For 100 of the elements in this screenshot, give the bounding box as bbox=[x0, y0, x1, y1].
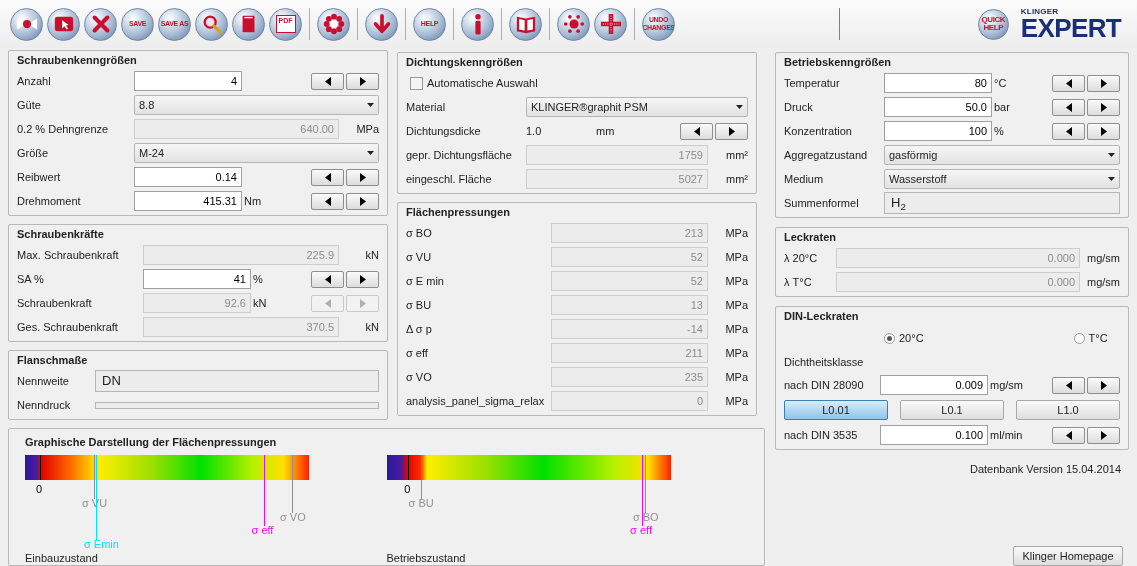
input-field[interactable]: 0.009 bbox=[880, 375, 988, 395]
unit-label: MPa bbox=[725, 394, 748, 407]
toolbar-button[interactable] bbox=[461, 7, 494, 41]
checkbox[interactable]: Automatische Auswahl bbox=[410, 74, 538, 92]
readonly-field: 370.5 bbox=[143, 317, 339, 337]
decrement-button[interactable] bbox=[311, 72, 344, 90]
unit-label: MPa bbox=[725, 274, 748, 287]
increment-button[interactable] bbox=[346, 168, 379, 186]
increment-button[interactable] bbox=[715, 122, 748, 140]
decrement-button[interactable] bbox=[1052, 122, 1085, 140]
right-triangle-icon bbox=[1100, 380, 1107, 390]
right-triangle-icon bbox=[359, 172, 366, 182]
readonly-field: 5027 bbox=[526, 169, 708, 189]
input-field[interactable]: 100 bbox=[884, 121, 992, 141]
readonly-field: 0 bbox=[551, 391, 708, 411]
input-field[interactable]: 80 bbox=[884, 73, 992, 93]
input-field[interactable]: 415.31 bbox=[134, 191, 242, 211]
field-label: Dichtungsdicke bbox=[406, 124, 481, 137]
radio-button[interactable]: T°C bbox=[1073, 329, 1108, 347]
unit-label: MPa bbox=[725, 250, 748, 263]
increment-button[interactable] bbox=[1087, 376, 1120, 394]
left-triangle-icon bbox=[1065, 430, 1072, 440]
marker-label: σ eff bbox=[251, 524, 274, 536]
toolbar-button[interactable] bbox=[232, 7, 265, 41]
field-label: 0.2 % Dehngrenze bbox=[17, 122, 109, 135]
unit-label: mm bbox=[596, 124, 615, 137]
unit-label: kN bbox=[253, 296, 267, 309]
dropdown[interactable]: M-24 bbox=[134, 143, 379, 163]
decrement-button[interactable] bbox=[1052, 426, 1085, 444]
close-icon bbox=[89, 13, 112, 35]
decrement-button[interactable] bbox=[311, 192, 344, 210]
decrement-button[interactable] bbox=[311, 168, 344, 186]
toolbar-button[interactable] bbox=[10, 7, 43, 41]
radio-button[interactable]: 20°C bbox=[884, 329, 924, 347]
increment-button[interactable] bbox=[1087, 98, 1120, 116]
chart-caption: Einbauzustand bbox=[25, 551, 99, 565]
unit-label: % bbox=[253, 272, 263, 285]
version-text: Datenbank Version 15.04.2014 bbox=[969, 462, 1121, 477]
class-button[interactable]: L1.0 bbox=[1016, 400, 1120, 420]
field-label: Anzahl bbox=[17, 74, 51, 87]
toolbar-button[interactable] bbox=[509, 7, 542, 41]
unit-label: MPa bbox=[725, 370, 748, 383]
right-triangle-icon bbox=[1100, 78, 1107, 88]
readonly-field: 640.00 bbox=[134, 119, 339, 139]
unit-label: MPa bbox=[725, 298, 748, 311]
input-field[interactable]: 4 bbox=[134, 71, 242, 91]
dropdown[interactable]: Wasserstoff bbox=[884, 169, 1120, 189]
field-label: σ E min bbox=[406, 274, 444, 287]
unit-label: MPa bbox=[725, 226, 748, 239]
field-label: gepr. Dichtungsfläche bbox=[406, 148, 512, 161]
unit-label: kN bbox=[365, 320, 379, 333]
dropdown[interactable]: gasförmig bbox=[884, 145, 1120, 165]
toolbar-button[interactable] bbox=[47, 7, 80, 41]
toolbar-button[interactable] bbox=[195, 7, 228, 41]
input-field[interactable]: 0.100 bbox=[880, 425, 988, 445]
dropdown[interactable]: KLINGER®graphit PSM bbox=[526, 97, 748, 117]
toolbar-button[interactable] bbox=[594, 7, 627, 41]
decrement-button[interactable] bbox=[1052, 376, 1085, 394]
readonly-field: 235 bbox=[551, 367, 708, 387]
increment-button[interactable] bbox=[346, 72, 379, 90]
class-button[interactable]: L0.01 bbox=[784, 400, 888, 420]
increment-button[interactable] bbox=[1087, 122, 1120, 140]
dropdown-arrow-icon bbox=[367, 151, 374, 155]
input-field[interactable]: 50.0 bbox=[884, 97, 992, 117]
right-triangle-icon bbox=[1100, 102, 1107, 112]
field-label: SA % bbox=[17, 272, 44, 285]
ruler-cross-icon bbox=[599, 13, 622, 35]
increment-button[interactable] bbox=[1087, 426, 1120, 444]
field-label: σ BU bbox=[406, 298, 432, 311]
logo: KLINGER EXPERT bbox=[1020, 8, 1121, 40]
increment-button[interactable] bbox=[346, 192, 379, 210]
quick-help-button[interactable]: QUICK HELP bbox=[977, 8, 1009, 40]
right-triangle-icon bbox=[1100, 430, 1107, 440]
marker-label: 0 bbox=[36, 483, 43, 495]
class-button[interactable]: L0.1 bbox=[900, 400, 1004, 420]
decrement-button[interactable] bbox=[1052, 74, 1085, 92]
toolbar-button[interactable] bbox=[557, 7, 590, 41]
toolbar-button[interactable] bbox=[317, 7, 350, 41]
toolbar-button[interactable] bbox=[84, 7, 117, 41]
unit-label: ml/min bbox=[990, 428, 1023, 441]
unit-label: MPa bbox=[356, 122, 379, 135]
readonly-field: 1759 bbox=[526, 145, 708, 165]
right-triangle-icon bbox=[359, 76, 366, 86]
decrement-button[interactable] bbox=[311, 270, 344, 288]
chart-caption: Betriebszustand bbox=[386, 551, 467, 565]
readonly-field: 0.000 bbox=[836, 272, 1080, 292]
decrement-button[interactable] bbox=[680, 122, 713, 140]
input-field[interactable]: 0.14 bbox=[134, 167, 242, 187]
field-label: Material bbox=[406, 100, 446, 113]
right-triangle-icon bbox=[359, 274, 366, 284]
readonly-field: 213 bbox=[551, 223, 708, 243]
dots-ring-icon bbox=[562, 13, 585, 35]
toolbar-button[interactable] bbox=[365, 7, 398, 41]
increment-button[interactable] bbox=[346, 270, 379, 288]
input-field[interactable]: 41 bbox=[143, 269, 251, 289]
decrement-button[interactable] bbox=[1052, 98, 1085, 116]
dropdown[interactable]: 8.8 bbox=[134, 95, 379, 115]
field-label: Temperatur bbox=[784, 76, 840, 89]
homepage-button[interactable]: Klinger Homepage bbox=[1013, 546, 1123, 566]
increment-button[interactable] bbox=[1087, 74, 1120, 92]
